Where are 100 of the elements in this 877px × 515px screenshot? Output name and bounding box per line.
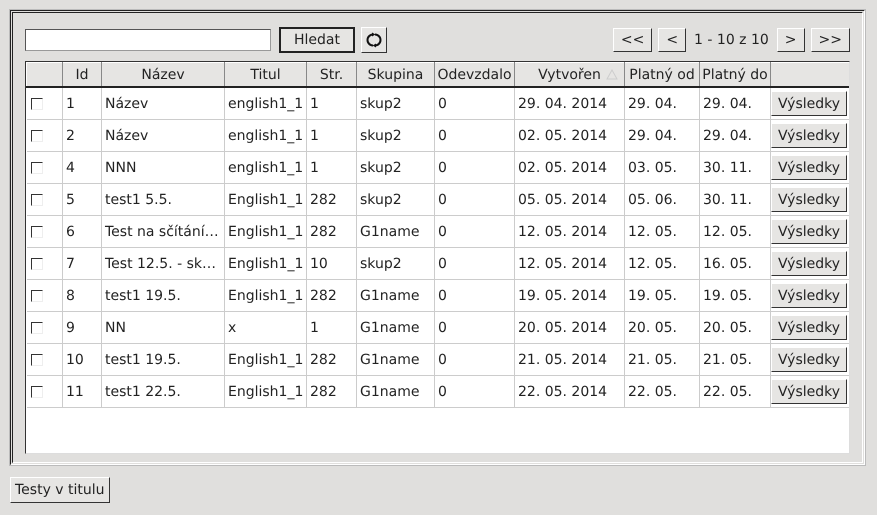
table-cell: 12. 05. bbox=[624, 216, 700, 248]
row-checkbox[interactable] bbox=[30, 322, 42, 334]
table-cell: 22. 05. 2014 bbox=[514, 376, 624, 408]
results-button[interactable]: Výsledky bbox=[772, 283, 847, 308]
table-cell: 03. 05. bbox=[624, 152, 700, 184]
row-checkbox[interactable] bbox=[30, 98, 42, 110]
table-cell: test1 5.5. bbox=[102, 184, 224, 216]
table-cell: 22. 05. bbox=[624, 376, 700, 408]
results-button[interactable]: Výsledky bbox=[772, 187, 847, 212]
table-cell: 282 bbox=[306, 344, 356, 376]
table-cell: 282 bbox=[306, 376, 356, 408]
results-button[interactable]: Výsledky bbox=[772, 347, 847, 372]
table-cell: Název bbox=[102, 87, 224, 120]
table-cell: English1_1 bbox=[224, 344, 306, 376]
table-cell: English1_1 bbox=[224, 280, 306, 312]
row-checkbox[interactable] bbox=[30, 354, 42, 366]
column-header[interactable] bbox=[26, 62, 62, 87]
table-cell: 0 bbox=[434, 184, 514, 216]
table-cell: 21. 05. 2014 bbox=[514, 344, 624, 376]
table-cell: 0 bbox=[434, 376, 514, 408]
table-cell: 0 bbox=[434, 280, 514, 312]
first-page-button[interactable]: << bbox=[612, 28, 652, 52]
row-checkbox[interactable] bbox=[30, 226, 42, 238]
next-page-button[interactable]: > bbox=[776, 28, 805, 52]
table-cell: 282 bbox=[306, 184, 356, 216]
table-cell: 4 bbox=[62, 152, 102, 184]
results-button[interactable]: Výsledky bbox=[772, 251, 847, 276]
table-cell: 6 bbox=[62, 216, 102, 248]
results-button[interactable]: Výsledky bbox=[772, 379, 847, 404]
row-checkbox[interactable] bbox=[30, 386, 42, 398]
table-cell: 0 bbox=[434, 344, 514, 376]
table-cell: 1 bbox=[306, 312, 356, 344]
table-cell: 21. 05. bbox=[624, 344, 700, 376]
row-checkbox[interactable] bbox=[30, 290, 42, 302]
tests-in-title-button[interactable]: Testy v titulu bbox=[10, 477, 110, 503]
table-cell: 0 bbox=[434, 87, 514, 120]
column-header[interactable]: Titul bbox=[224, 62, 306, 87]
results-button[interactable]: Výsledky bbox=[772, 123, 847, 148]
column-header[interactable]: Skupina bbox=[356, 62, 434, 87]
table-cell: test1 19.5. bbox=[102, 344, 224, 376]
table-cell: skup2 bbox=[356, 248, 434, 280]
table-cell: 10 bbox=[306, 248, 356, 280]
table-cell: G1name bbox=[356, 376, 434, 408]
table-cell: 8 bbox=[62, 280, 102, 312]
table-cell: 5 bbox=[62, 184, 102, 216]
table-cell: x bbox=[224, 312, 306, 344]
column-header[interactable]: Id bbox=[62, 62, 102, 87]
table-cell: NNN bbox=[102, 152, 224, 184]
table-cell: 1 bbox=[306, 87, 356, 120]
table-cell: 12. 05. 2014 bbox=[514, 248, 624, 280]
table-cell: 9 bbox=[62, 312, 102, 344]
column-header[interactable]: Platný do bbox=[700, 62, 770, 87]
table-cell: Test na sčítání… bbox=[102, 216, 224, 248]
results-button[interactable]: Výsledky bbox=[772, 91, 847, 116]
column-header[interactable] bbox=[770, 62, 849, 87]
refresh-icon bbox=[366, 32, 382, 48]
row-checkbox[interactable] bbox=[30, 194, 42, 206]
column-header[interactable]: Vytvořen bbox=[514, 62, 624, 87]
table-cell: 19. 05. 2014 bbox=[514, 280, 624, 312]
table-cell: 1 bbox=[306, 120, 356, 152]
search-field[interactable] bbox=[25, 29, 271, 51]
table-cell: 0 bbox=[434, 312, 514, 344]
table-cell: english1_1 bbox=[224, 152, 306, 184]
table-cell: skup2 bbox=[356, 152, 434, 184]
table-cell: test1 22.5. bbox=[102, 376, 224, 408]
table-cell: G1name bbox=[356, 312, 434, 344]
table-cell: G1name bbox=[356, 216, 434, 248]
refresh-button[interactable] bbox=[361, 27, 387, 53]
table-cell: 19. 05. bbox=[624, 280, 700, 312]
last-page-button[interactable]: >> bbox=[810, 28, 850, 52]
column-header[interactable]: Str. bbox=[306, 62, 356, 87]
table-cell: 12. 05. bbox=[624, 248, 700, 280]
table-cell: 282 bbox=[306, 280, 356, 312]
table-cell: skup2 bbox=[356, 120, 434, 152]
table-cell: Název bbox=[102, 120, 224, 152]
table-cell: 0 bbox=[434, 120, 514, 152]
table-cell: 29. 04. 2014 bbox=[514, 87, 624, 120]
search-button[interactable]: Hledat bbox=[279, 27, 355, 53]
table-cell: English1_1 bbox=[224, 376, 306, 408]
table-cell: 20. 05. 2014 bbox=[514, 312, 624, 344]
table-cell: 05. 05. 2014 bbox=[514, 184, 624, 216]
results-button[interactable]: Výsledky bbox=[772, 315, 847, 340]
column-header[interactable]: Platný od bbox=[624, 62, 700, 87]
column-header[interactable]: Název bbox=[102, 62, 224, 87]
table-cell: test1 19.5. bbox=[102, 280, 224, 312]
table-cell: NN bbox=[102, 312, 224, 344]
table-cell: G1name bbox=[356, 280, 434, 312]
row-checkbox[interactable] bbox=[30, 130, 42, 142]
table-cell: English1_1 bbox=[224, 248, 306, 280]
sort-icon bbox=[606, 69, 618, 80]
table-cell: English1_1 bbox=[224, 216, 306, 248]
results-button[interactable]: Výsledky bbox=[772, 155, 847, 180]
row-checkbox[interactable] bbox=[30, 258, 42, 270]
previous-page-button[interactable]: < bbox=[658, 28, 686, 52]
table-cell: 02. 05. 2014 bbox=[514, 120, 624, 152]
table-cell: 282 bbox=[306, 216, 356, 248]
row-checkbox[interactable] bbox=[30, 162, 42, 174]
results-button[interactable]: Výsledky bbox=[772, 219, 847, 244]
column-header[interactable]: Odevzdalo bbox=[434, 62, 514, 87]
table-cell: 1 bbox=[306, 152, 356, 184]
